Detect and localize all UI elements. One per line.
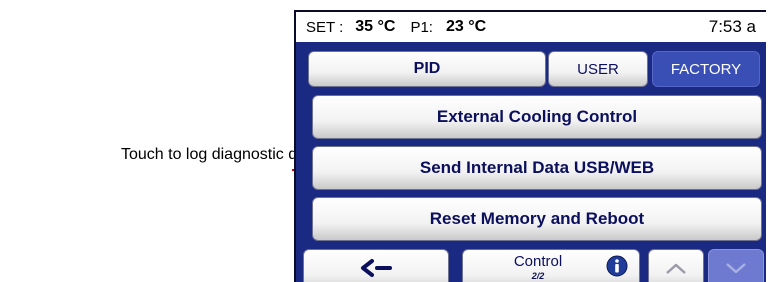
page-indicator: 2/2 [531, 271, 545, 281]
send-internal-data-button[interactable]: Send Internal Data USB/WEB [312, 146, 762, 190]
set-label: SET : [306, 18, 344, 36]
info-icon[interactable] [606, 255, 628, 277]
chevron-down-icon [726, 263, 746, 274]
clock: 7:53 a [708, 17, 756, 36]
status-bar: SET : 35 °C P1: 23 °C 7:53 a [296, 12, 766, 42]
p1-label: P1: [410, 18, 433, 36]
scroll-down-button[interactable] [708, 249, 764, 282]
tab-user[interactable]: USER [548, 51, 648, 87]
back-button[interactable] [303, 249, 449, 282]
touch-screen: SET : 35 °C P1: 23 °C 7:53 a PID USER FA… [294, 10, 766, 282]
control-label: Control [513, 253, 563, 270]
p1-temperature: 23 °C [445, 18, 487, 35]
tab-pid[interactable]: PID [308, 51, 546, 87]
control-button[interactable]: Control 2/2 [462, 249, 640, 282]
arrow-left-icon [361, 259, 392, 277]
set-temperature: 35 °C [355, 18, 396, 35]
chevron-up-icon [666, 263, 686, 274]
callout-text: Touch to log diagnostic data [121, 146, 320, 163]
external-cooling-button[interactable]: External Cooling Control [312, 95, 762, 139]
reset-memory-button[interactable]: Reset Memory and Reboot [312, 197, 762, 241]
scroll-up-button[interactable] [648, 249, 704, 282]
tab-factory[interactable]: FACTORY [652, 51, 760, 87]
